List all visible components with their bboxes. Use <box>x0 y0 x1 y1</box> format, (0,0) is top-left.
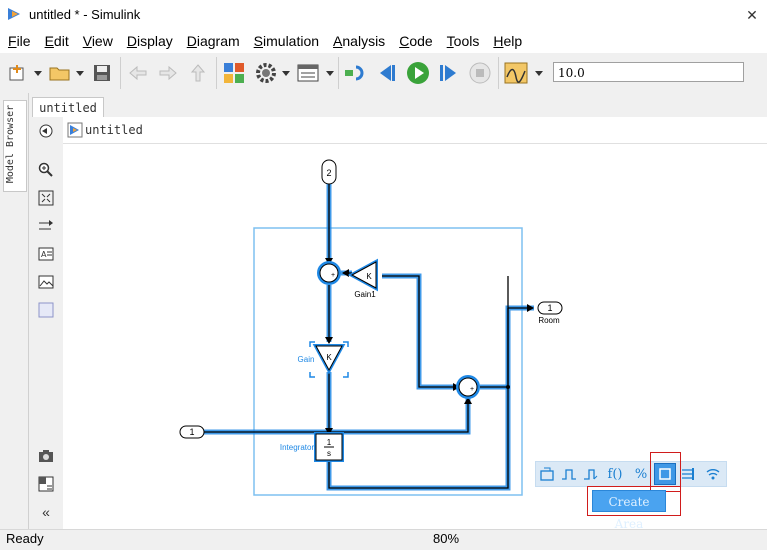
inport-top-number: 2 <box>326 168 331 178</box>
triggered-subsystem-button[interactable] <box>582 465 600 483</box>
create-area-tooltip[interactable]: Create Area <box>592 490 666 531</box>
selected-area[interactable] <box>253 227 523 496</box>
comment-out-button[interactable]: % <box>632 465 650 483</box>
outport-label: Room <box>538 316 560 325</box>
gain1-symbol: K <box>366 272 372 281</box>
inport-quick-button[interactable] <box>538 465 556 483</box>
pulse-icon <box>562 469 576 480</box>
integrator-numerator: 1 <box>327 438 332 447</box>
area-quick-actions: f() % <box>535 461 727 487</box>
sum-top-signs: + <box>331 272 335 279</box>
gain-label: Gain <box>298 355 315 364</box>
bus-button[interactable] <box>680 465 698 483</box>
wireless-icon <box>706 469 720 480</box>
integrator-denominator: s <box>327 449 331 458</box>
sum-bottom-signs: + <box>470 386 474 393</box>
gain1-outline <box>350 261 377 289</box>
inport-left-number: 1 <box>189 427 194 437</box>
percent-icon: % <box>634 466 648 482</box>
sum-top-outline <box>319 263 339 283</box>
sum-bottom-outline <box>458 377 478 397</box>
function-icon: f() <box>607 466 623 482</box>
status-bar <box>0 529 767 550</box>
integrator-label: Integrator <box>280 443 315 452</box>
bus-icon <box>682 468 694 480</box>
enabled-subsystem-button[interactable] <box>560 465 578 483</box>
gain1-label: Gain1 <box>354 290 376 299</box>
outport-number: 1 <box>547 303 552 313</box>
gain-symbol: K <box>326 353 332 362</box>
wireless-button[interactable] <box>704 465 722 483</box>
function-button[interactable]: f() <box>606 465 624 483</box>
step-signal-icon <box>584 469 598 480</box>
status-text: Ready <box>6 531 44 546</box>
zoom-level: 80% <box>433 531 460 546</box>
branch-point <box>506 385 510 389</box>
subsystem-icon <box>540 467 554 481</box>
